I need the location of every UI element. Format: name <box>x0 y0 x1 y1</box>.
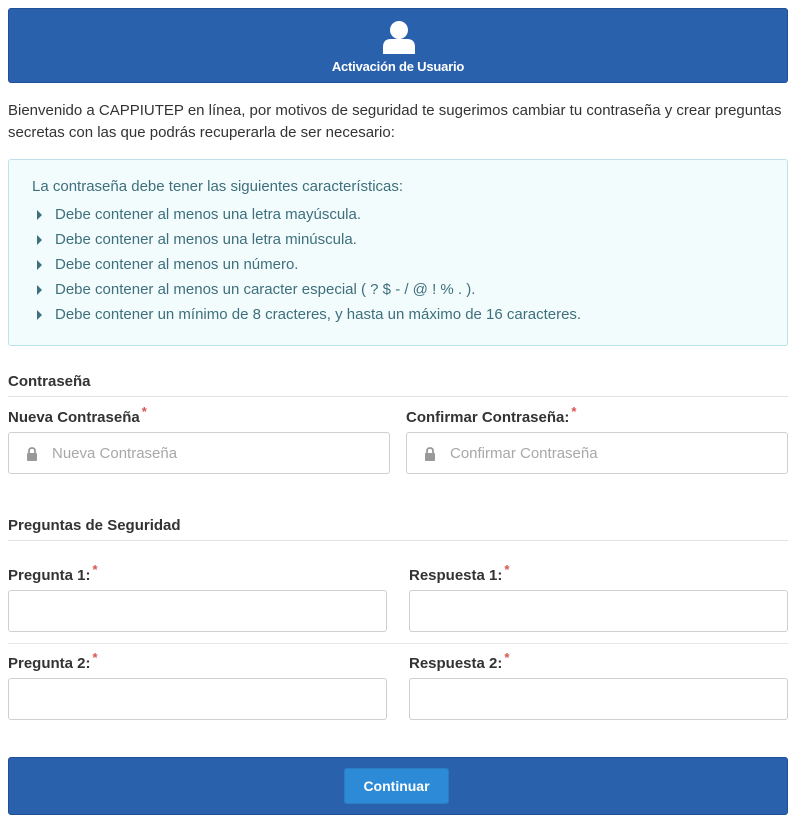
question2-field <box>8 678 387 720</box>
header-title: Activación de Usuario <box>331 59 465 74</box>
lock-icon <box>27 447 37 461</box>
lock-icon <box>425 447 435 461</box>
answer1-label: Respuesta 1: * <box>409 562 509 584</box>
answer1-input[interactable] <box>410 591 787 631</box>
confirm-password-label-text: Confirmar Contraseña: <box>406 409 570 426</box>
password-rule-text: Debe contener al menos un caracter espec… <box>55 281 476 298</box>
question1-label-text: Pregunta 1: <box>8 567 91 584</box>
confirm-password-input[interactable] <box>407 433 787 473</box>
caret-right-icon <box>37 234 42 245</box>
new-password-label: Nueva Contraseña * <box>8 404 147 426</box>
required-marker: * <box>571 404 577 419</box>
answer2-input[interactable] <box>410 679 787 719</box>
user-icon <box>383 21 415 54</box>
confirm-password-field <box>406 432 788 474</box>
required-marker: * <box>504 562 510 577</box>
caret-right-icon <box>37 309 42 320</box>
caret-right-icon <box>37 209 42 220</box>
question2-label-text: Pregunta 2: <box>8 655 91 672</box>
new-password-input[interactable] <box>9 433 389 473</box>
question2-input[interactable] <box>9 679 386 719</box>
password-rule-text: Debe contener al menos una letra mayúscu… <box>55 206 362 223</box>
password-rule-item: Debe contener un mínimo de 8 cracteres, … <box>32 302 787 327</box>
password-rules-box: La contraseña debe tener las siguientes … <box>8 159 788 346</box>
password-rule-text: Debe contener al menos una letra minúscu… <box>55 231 357 248</box>
password-rule-item: Debe contener al menos una letra mayúscu… <box>32 202 787 227</box>
intro-text: Bienvenido a CAPPIUTEP en línea, por mot… <box>8 102 782 141</box>
page-footer: Continuar <box>8 757 788 815</box>
caret-right-icon <box>37 284 42 295</box>
new-password-field <box>8 432 390 474</box>
question2-label: Pregunta 2: * <box>8 650 98 672</box>
continue-button[interactable]: Continuar <box>344 768 449 804</box>
page-header: Activación de Usuario <box>8 8 788 83</box>
answer2-label: Respuesta 2: * <box>409 650 509 672</box>
password-rule-item: Debe contener al menos una letra minúscu… <box>32 227 787 252</box>
password-rule-text: Debe contener un mínimo de 8 cracteres, … <box>55 306 582 323</box>
password-section-title: Contraseña <box>8 373 788 397</box>
row-divider <box>8 643 788 644</box>
question1-field <box>8 590 387 632</box>
required-marker: * <box>141 404 147 419</box>
answer2-label-text: Respuesta 2: <box>409 655 503 672</box>
answer2-field <box>409 678 788 720</box>
answer1-field <box>409 590 788 632</box>
answer1-label-text: Respuesta 1: <box>409 567 503 584</box>
security-section-title: Preguntas de Seguridad <box>8 517 788 541</box>
password-rules-title: La contraseña debe tener las siguientes … <box>32 178 404 195</box>
password-rule-text: Debe contener al menos un número. <box>55 256 299 273</box>
required-marker: * <box>92 562 98 577</box>
question1-label: Pregunta 1: * <box>8 562 98 584</box>
required-marker: * <box>504 650 510 665</box>
caret-right-icon <box>37 259 42 270</box>
new-password-label-text: Nueva Contraseña <box>8 409 140 426</box>
password-rule-item: Debe contener al menos un número. <box>32 252 787 277</box>
question1-input[interactable] <box>9 591 386 631</box>
password-rule-item: Debe contener al menos un caracter espec… <box>32 277 787 302</box>
confirm-password-label: Confirmar Contraseña: * <box>406 404 576 426</box>
required-marker: * <box>92 650 98 665</box>
